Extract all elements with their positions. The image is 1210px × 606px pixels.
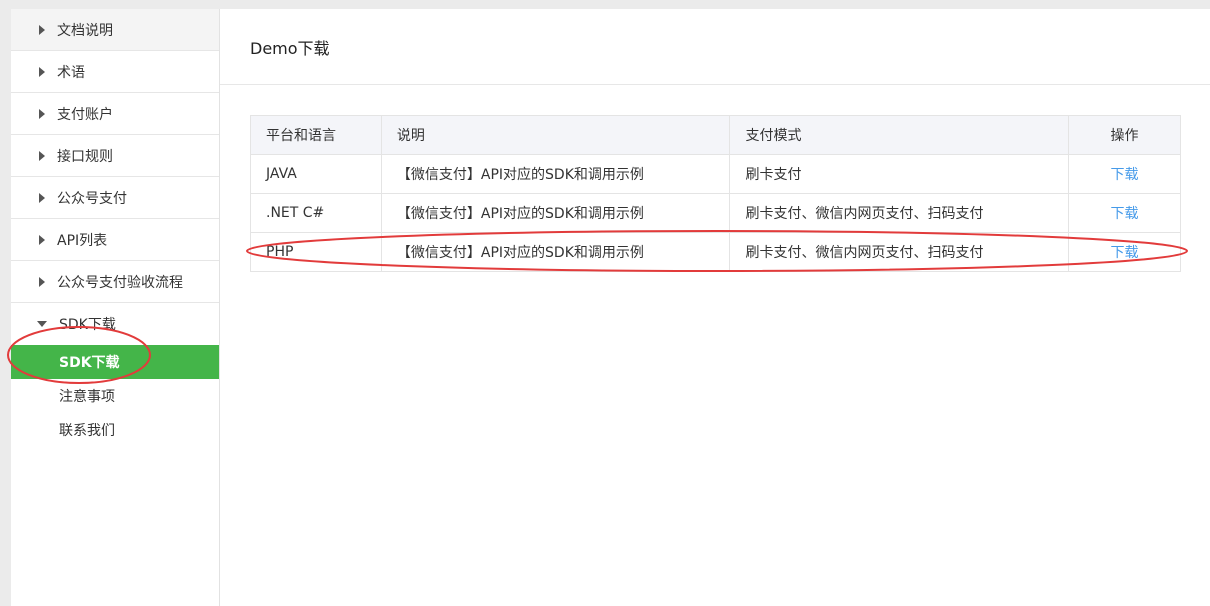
sidebar-item-label: API列表 [57,232,108,249]
cell-description: 【微信支付】API对应的SDK和调用示例 [380,193,731,233]
sidebar-subitem-notes[interactable]: 注意事项 [11,379,219,413]
sidebar-item-sdk-download[interactable]: SDK下载 [11,303,219,345]
sidebar-item-label: 支付账户 [57,106,113,123]
sidebar-item-api-list[interactable]: API列表 [11,219,219,261]
table-header-row: 平台和语言 说明 支付模式 操作 [250,115,1181,155]
cell-platform: JAVA [250,154,382,194]
sidebar-item-label: 公众号支付 [57,190,127,207]
download-link[interactable]: 下载 [1111,167,1139,183]
sidebar-item-official-account-pay[interactable]: 公众号支付 [11,177,219,219]
table-row: PHP 【微信支付】API对应的SDK和调用示例 刷卡支付、微信内网页支付、扫码… [250,232,1181,272]
demo-download-table: 平台和语言 说明 支付模式 操作 JAVA 【微信支付】API对应的SDK和调用… [250,115,1181,272]
column-header-description: 说明 [380,115,731,155]
table-row: .NET C# 【微信支付】API对应的SDK和调用示例 刷卡支付、微信内网页支… [250,193,1181,233]
caret-right-icon [39,66,45,77]
sidebar-subitem-label: 联系我们 [59,423,115,439]
caret-right-icon [39,108,45,119]
cell-action: 下载 [1068,154,1181,194]
sidebar: 文档说明 术语 支付账户 接口规则 公众号支付 API列表 公众号支付验收流程 [11,9,220,606]
column-header-action: 操作 [1068,115,1181,155]
sidebar-subitem-contact[interactable]: 联系我们 [11,413,219,447]
cell-platform: PHP [250,232,382,272]
sidebar-item-doc-intro[interactable]: 文档说明 [11,9,219,51]
sidebar-item-label: 公众号支付验收流程 [57,274,183,291]
cell-action: 下载 [1068,193,1181,233]
column-header-platform: 平台和语言 [250,115,382,155]
sidebar-item-acceptance-flow[interactable]: 公众号支付验收流程 [11,261,219,303]
caret-right-icon [39,150,45,161]
column-header-pay-mode: 支付模式 [729,115,1070,155]
sidebar-subitem-label: SDK下载 [59,355,120,371]
caret-right-icon [39,234,45,245]
sidebar-item-terms[interactable]: 术语 [11,51,219,93]
sidebar-item-label: 接口规则 [57,148,113,165]
table-row: JAVA 【微信支付】API对应的SDK和调用示例 刷卡支付 下载 [250,154,1181,194]
top-strip [0,0,1210,9]
caret-right-icon [39,276,45,287]
sidebar-item-label: 术语 [57,64,85,81]
cell-description: 【微信支付】API对应的SDK和调用示例 [380,232,731,272]
cell-action: 下载 [1068,232,1181,272]
caret-right-icon [39,24,45,35]
sidebar-subitem-sdk-download[interactable]: SDK下载 [11,345,219,379]
caret-down-icon [37,321,47,327]
cell-description: 【微信支付】API对应的SDK和调用示例 [380,154,731,194]
caret-right-icon [39,192,45,203]
download-link[interactable]: 下载 [1111,206,1139,222]
sidebar-item-api-rules[interactable]: 接口规则 [11,135,219,177]
cell-pay-mode: 刷卡支付、微信内网页支付、扫码支付 [729,232,1070,272]
sidebar-item-pay-account[interactable]: 支付账户 [11,93,219,135]
cell-pay-mode: 刷卡支付、微信内网页支付、扫码支付 [729,193,1070,233]
cell-pay-mode: 刷卡支付 [729,154,1070,194]
sidebar-item-label: 文档说明 [57,22,113,39]
main-content: Demo下载 平台和语言 说明 支付模式 操作 JAVA 【微信支付】API对应… [220,9,1210,606]
download-link[interactable]: 下载 [1111,245,1139,261]
page-title: Demo下载 [220,9,1210,85]
cell-platform: .NET C# [250,193,382,233]
sidebar-subitem-label: 注意事项 [59,389,115,405]
page: 文档说明 术语 支付账户 接口规则 公众号支付 API列表 公众号支付验收流程 [0,0,1210,606]
sidebar-item-label: SDK下载 [59,317,116,333]
